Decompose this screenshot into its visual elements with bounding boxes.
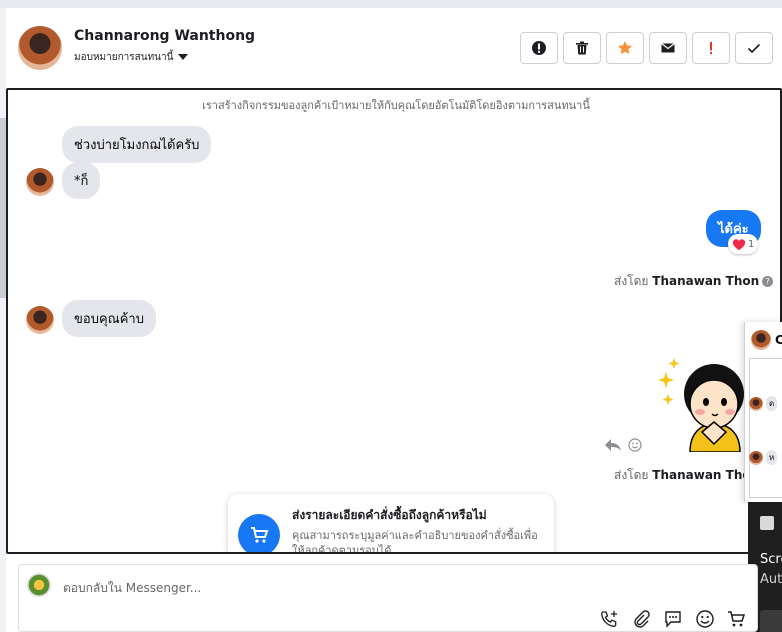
delete-button[interactable]: [563, 32, 601, 64]
incoming-message[interactable]: ช่วงบ่ายโมงกฌได้ครับ: [62, 126, 212, 163]
reaction-count: 1: [748, 238, 755, 250]
incoming-message[interactable]: *ก็: [62, 162, 101, 199]
star-button[interactable]: [606, 32, 644, 64]
assign-conversation-dropdown[interactable]: มอบหมายการสนทนานี้: [74, 50, 189, 65]
incoming-message[interactable]: ขอบคุณค้าบ: [62, 300, 156, 337]
toast-title: Screenshot: [760, 552, 782, 567]
conversation-header: Channarong Wanthong มอบหมายการสนทนานี้: [6, 8, 782, 88]
mark-unread-button[interactable]: [649, 32, 687, 64]
exclamation-circle-icon: [532, 41, 546, 55]
reply-input[interactable]: ตอบกลับใน Messenger...: [63, 579, 201, 598]
popup-title: C: [775, 333, 782, 347]
order-details-prompt[interactable]: ส่งรายละเอียดคำสั่งซื้อถึงลูกค้าหรือไม่ …: [228, 494, 554, 554]
chat-popup[interactable]: C ด ห: [744, 322, 782, 502]
contact-avatar[interactable]: [18, 26, 62, 70]
toast-subtitle: Automatically saved: [760, 572, 782, 587]
exclamation-icon: [710, 42, 712, 54]
contact-avatar-small[interactable]: [26, 306, 54, 334]
saved-replies-icon[interactable]: [663, 609, 683, 629]
star-icon: [618, 41, 632, 55]
check-icon: [747, 43, 761, 54]
popup-message: ห: [749, 450, 778, 465]
sent-by-prefix: ส่งโดย: [614, 468, 649, 482]
sticker-image[interactable]: [652, 352, 752, 452]
follow-up-button[interactable]: [692, 32, 730, 64]
popup-message: ด: [749, 396, 778, 411]
help-icon[interactable]: ?: [762, 276, 774, 287]
toast-button[interactable]: [760, 610, 782, 632]
conversation-thread[interactable]: เราสร้างกิจกรรมของลูกค้าเป้าหมายให้กับคุ…: [6, 88, 782, 554]
message-reaction[interactable]: 1: [728, 234, 759, 254]
popup-thread: [749, 358, 782, 498]
heart-icon: [732, 238, 746, 250]
popup-message-chip: ห: [766, 450, 778, 465]
envelope-icon: [661, 43, 675, 53]
header-actions: [520, 32, 773, 64]
call-add-icon[interactable]: [599, 609, 619, 629]
paperclip-icon[interactable]: [631, 609, 651, 629]
popup-message-chip: ด: [766, 396, 778, 411]
trash-icon: [576, 41, 588, 55]
order-card-title: ส่งรายละเอียดคำสั่งซื้อถึงลูกค้าหรือไม่: [292, 508, 487, 522]
reply-icon[interactable]: [604, 438, 622, 452]
shop-cart-icon[interactable]: [727, 609, 747, 629]
snipping-tool-icon: [760, 516, 774, 530]
emoji-react-icon[interactable]: [628, 438, 642, 452]
emoji-icon[interactable]: [695, 609, 715, 629]
done-button[interactable]: [735, 32, 773, 64]
sender-name[interactable]: Thanawan Thon: [652, 274, 759, 288]
top-strip: [0, 0, 782, 8]
popup-message-avatar: [749, 450, 763, 465]
popup-header[interactable]: C: [751, 330, 782, 350]
caret-down-icon: [178, 54, 189, 60]
order-card-description: คุณสามารถระบุมูลค่าและคำอธิบายของคำสั่งซ…: [292, 529, 538, 554]
reply-composer[interactable]: ตอบกลับใน Messenger...: [18, 564, 758, 632]
assign-label: มอบหมายการสนทนานี้: [74, 52, 174, 63]
contact-name[interactable]: Channarong Wanthong: [74, 28, 255, 44]
spam-button[interactable]: [520, 32, 558, 64]
composer-tools: [599, 609, 747, 629]
sent-by-prefix: ส่งโดย: [614, 274, 649, 288]
cart-icon: [238, 514, 280, 552]
popup-message-avatar: [749, 396, 763, 411]
message-tools: [604, 438, 642, 452]
contact-avatar-small[interactable]: [26, 168, 54, 196]
page-avatar: [27, 573, 51, 597]
system-note: เราสร้างกิจกรรมของลูกค้าเป้าหมายให้กับคุ…: [202, 99, 590, 112]
sent-by-label: ส่งโดย Thanawan Thon?: [614, 272, 774, 291]
sent-by-label: ส่งโดย Thanawan Thon: [614, 466, 759, 485]
popup-avatar: [751, 330, 771, 350]
